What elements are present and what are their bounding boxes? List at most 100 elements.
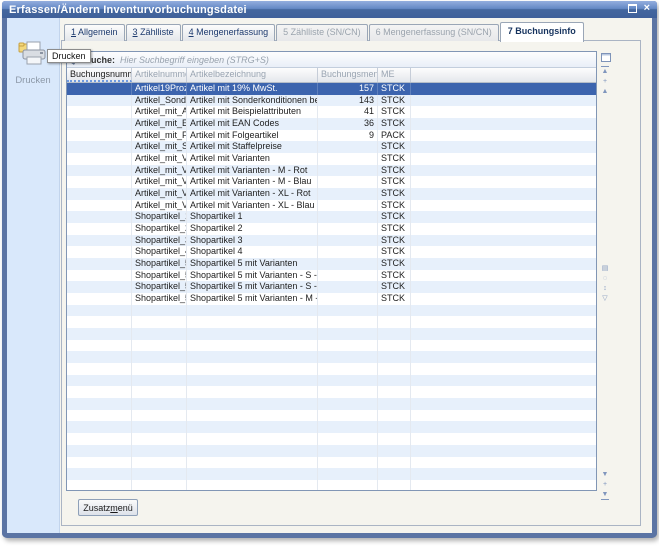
- search-input-placeholder[interactable]: Hier Suchbegriff eingeben (STRG+S): [120, 55, 269, 65]
- table-row[interactable]: Artikel_mit_VariaArtikel mit Varianten -…: [67, 188, 596, 200]
- table-row[interactable]: Artikel_SonderkoArtikel mit Sonderkondit…: [67, 95, 596, 107]
- table-row-empty[interactable]: [67, 340, 596, 352]
- scroll-bottom-icon[interactable]: ▼: [601, 490, 609, 500]
- cell-buchungsmenge: 157: [318, 83, 378, 95]
- table-row[interactable]: Shopartikel_3Shopartikel 3STCK: [67, 235, 596, 247]
- column-header-me[interactable]: ME: [378, 68, 411, 82]
- table-row[interactable]: Artikel_mit_VariaArtikel mit Varianten -…: [67, 200, 596, 212]
- cell-buchungsmenge: [318, 363, 378, 375]
- table-row[interactable]: Artikel_mit_StaffeArtikel mit Staffelpre…: [67, 141, 596, 153]
- table-row[interactable]: Shopartikel_2Shopartikel 2STCK: [67, 223, 596, 235]
- cell-me: [378, 351, 411, 363]
- cell-me: STCK: [378, 95, 411, 107]
- cell-buchungsmenge: [318, 351, 378, 363]
- cell-artikelbezeichnung: Artikel mit Varianten - XL - Rot: [187, 188, 318, 200]
- tab-zaehlliste[interactable]: 3 Zählliste: [126, 24, 181, 41]
- cell-buchungsmenge: [318, 246, 378, 258]
- cell-buchungsnummer: [67, 223, 132, 235]
- tab-bar: 1 Allgemein 3 Zählliste 4 Mengenerfassun…: [64, 23, 585, 41]
- cell-buchungsnummer: [67, 153, 132, 165]
- table-view-icon[interactable]: ▤: [598, 264, 612, 273]
- cell-buchungsmenge: [318, 200, 378, 212]
- table-row-empty[interactable]: [67, 421, 596, 433]
- scroll-down-icon[interactable]: ▼: [598, 470, 612, 479]
- table-row[interactable]: Artikel_mit_EANArtikel mit EAN Codes36ST…: [67, 118, 596, 130]
- cell-filler: [411, 351, 596, 363]
- table-row-empty[interactable]: [67, 328, 596, 340]
- cell-buchungsmenge: [318, 305, 378, 317]
- table-row[interactable]: Artikel_mit_VariaArtikel mit Varianten -…: [67, 165, 596, 177]
- tab-page-buchungsinfo: Suche: Hier Suchbegriff eingeben (STRG+S…: [61, 40, 641, 526]
- table-row-empty[interactable]: [67, 305, 596, 317]
- cell-buchungsnummer: [67, 468, 132, 480]
- cell-buchungsmenge: [318, 480, 378, 491]
- tab-buchungsinfo[interactable]: 7 Buchungsinfo: [500, 22, 584, 42]
- table-row-empty[interactable]: [67, 468, 596, 480]
- table-row[interactable]: Artikel_mit_FolgeArtikel mit Folgeartike…: [67, 130, 596, 142]
- table-row-empty[interactable]: [67, 433, 596, 445]
- cell-me: STCK: [378, 223, 411, 235]
- scroll-marker-icon[interactable]: +: [598, 77, 612, 86]
- table-row[interactable]: Artikel_mit_AttribArtikel mit Beispielat…: [67, 106, 596, 118]
- table-row-empty[interactable]: [67, 386, 596, 398]
- zusatzmenu-button[interactable]: Zusatzmenü: [78, 499, 138, 516]
- table-row[interactable]: Shopartikel_5_VaShopartikel 5 mit Varian…: [67, 281, 596, 293]
- print-button[interactable]: Drucken: [11, 40, 55, 86]
- scroll-top-icon[interactable]: ▲: [601, 66, 609, 76]
- table-row[interactable]: Shopartikel_4Shopartikel 4STCK: [67, 246, 596, 258]
- table-row[interactable]: Shopartikel_5_VaShopartikel 5 mit Varian…: [67, 270, 596, 282]
- cell-artikelnummer: [132, 386, 187, 398]
- cell-filler: [411, 270, 596, 282]
- table-row[interactable]: Shopartikel_1Shopartikel 1STCK: [67, 211, 596, 223]
- sort-icon[interactable]: ↕: [598, 284, 612, 293]
- table-row-empty[interactable]: [67, 410, 596, 422]
- table-row[interactable]: Artikel19ProzentArtikel mit 19% MwSt.157…: [67, 83, 596, 95]
- table-row[interactable]: Shopartikel_5_VaShopartikel 5 mit Varian…: [67, 258, 596, 270]
- column-header-buchungsnummer[interactable]: Buchungsnummer: [67, 68, 132, 82]
- cell-artikelbezeichnung: Artikel mit Varianten - XL - Blau: [187, 200, 318, 212]
- column-chooser-icon[interactable]: [601, 53, 611, 62]
- cell-artikelnummer: [132, 316, 187, 328]
- tab-allgemein[interactable]: 1 Allgemein: [64, 24, 125, 41]
- search-icon[interactable]: ◌: [598, 274, 612, 283]
- cell-artikelnummer: [132, 468, 187, 480]
- table-row-empty[interactable]: [67, 445, 596, 457]
- cell-buchungsmenge: [318, 340, 378, 352]
- table-row-empty[interactable]: [67, 363, 596, 375]
- cell-buchungsmenge: [318, 375, 378, 387]
- column-header-buchungsmenge[interactable]: Buchungsmenge: [318, 68, 378, 82]
- search-bar[interactable]: Suche: Hier Suchbegriff eingeben (STRG+S…: [67, 52, 596, 68]
- table-row-empty[interactable]: [67, 480, 596, 491]
- cell-artikelnummer: [132, 375, 187, 387]
- cell-artikelnummer: [132, 328, 187, 340]
- scroll-marker-icon[interactable]: +: [598, 480, 612, 489]
- cell-filler: [411, 281, 596, 293]
- cell-artikelnummer: [132, 433, 187, 445]
- table-row[interactable]: Artikel_mit_VariaArtikel mit VariantenST…: [67, 153, 596, 165]
- cell-buchungsmenge: [318, 457, 378, 469]
- cell-artikelbezeichnung: [187, 305, 318, 317]
- app-window: Erfassen/Ändern Inventurvorbuchungsdatei…: [2, 1, 657, 538]
- cell-me: STCK: [378, 118, 411, 130]
- cell-filler: [411, 421, 596, 433]
- table-row[interactable]: Artikel_mit_VariaArtikel mit Varianten -…: [67, 176, 596, 188]
- close-button[interactable]: ×: [644, 3, 650, 13]
- filter-icon[interactable]: ▽: [598, 294, 612, 303]
- column-header-artikelbezeichnung[interactable]: Artikelbezeichnung: [187, 68, 318, 82]
- table-row-empty[interactable]: [67, 398, 596, 410]
- table-row[interactable]: Shopartikel_5_VaShopartikel 5 mit Varian…: [67, 293, 596, 305]
- scrollbar-top-buttons: ▲+▲: [598, 51, 612, 97]
- window-titlebar[interactable]: Erfassen/Ändern Inventurvorbuchungsdatei…: [2, 1, 657, 18]
- cell-buchungsnummer: [67, 130, 132, 142]
- table-row-empty[interactable]: [67, 375, 596, 387]
- column-header-artikelnummer[interactable]: Artikelnummer: [132, 68, 187, 82]
- tab-mengenerfassung[interactable]: 4 Mengenerfassung: [182, 24, 276, 41]
- cell-buchungsnummer: [67, 328, 132, 340]
- table-row-empty[interactable]: [67, 457, 596, 469]
- cell-buchungsnummer: [67, 445, 132, 457]
- restore-button[interactable]: [627, 3, 638, 13]
- table-row-empty[interactable]: [67, 351, 596, 363]
- scroll-up-icon[interactable]: ▲: [598, 87, 612, 96]
- cell-buchungsmenge: [318, 386, 378, 398]
- table-row-empty[interactable]: [67, 316, 596, 328]
